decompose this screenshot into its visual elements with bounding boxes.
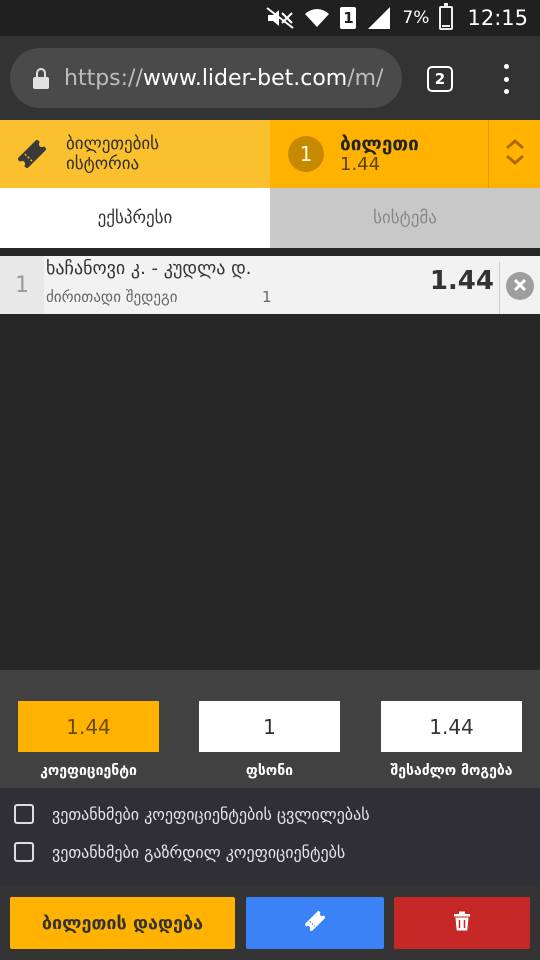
status-bar: 1 7% 12:15 xyxy=(0,0,540,36)
url-bar[interactable]: https://www.lider-bet.com/m/ xyxy=(10,48,402,108)
possible-win-label: შესაძლო მოგება xyxy=(390,763,513,779)
url-path: /m/ xyxy=(347,65,384,91)
bet-summary-panel: 1.44 1 1.44 კოეფიციენტი ფსონი შესაძლო მო… xyxy=(0,670,540,788)
ticket-odds: 1.44 xyxy=(340,154,381,175)
mute-icon xyxy=(266,7,295,29)
bet-market: ძირითადი შედეგი xyxy=(46,288,178,306)
clock: 12:15 xyxy=(467,6,528,30)
bet-index: 1 xyxy=(0,256,44,314)
lock-icon xyxy=(32,67,50,89)
save-ticket-button[interactable] xyxy=(246,897,384,949)
ticket-header: ბილეთების ისტორია 1 ბილეთი 1.44 xyxy=(0,120,540,188)
ticket-history-label: ბილეთების ისტორია xyxy=(66,134,160,174)
divider xyxy=(499,262,500,314)
status-icons: 1 7% 12:15 xyxy=(266,0,528,36)
accept-odds-changes-checkbox[interactable] xyxy=(14,804,34,824)
tab-switcher-button[interactable]: 2 xyxy=(427,66,453,92)
ticket-icon xyxy=(14,136,50,172)
place-bet-button[interactable]: ბილეთის დადება xyxy=(10,897,235,949)
browser-toolbar: https://www.lider-bet.com/m/ 2 xyxy=(0,36,540,120)
ticket-history-button[interactable]: ბილეთების ისტორია xyxy=(0,120,270,188)
tab-system[interactable]: სისტემა xyxy=(270,188,540,248)
trash-icon xyxy=(453,911,471,935)
accept-odds-changes-option[interactable]: ვეთანხმები კოეფიციენტების ცვლილებას xyxy=(14,804,370,824)
accept-boosted-odds-label: ვეთანხმები გაზრდილ კოეფიციენტებს xyxy=(52,842,346,862)
bet-row: 1 ხაჩანოვი კ. - კუდლა დ. ძირითადი შედეგი… xyxy=(0,256,540,314)
chevron-up-down-icon xyxy=(504,137,526,171)
current-ticket-button[interactable]: 1 ბილეთი 1.44 xyxy=(270,120,488,188)
battery-icon xyxy=(439,3,454,30)
signal-icon xyxy=(366,7,392,29)
remove-bet-button[interactable] xyxy=(506,272,534,300)
url-text[interactable]: https://www.lider-bet.com/m/ xyxy=(64,66,383,91)
accept-odds-changes-label: ვეთანხმები კოეფიციენტების ცვლილებას xyxy=(52,804,370,824)
actions-bar: ბილეთის დადება xyxy=(0,886,540,960)
tab-express[interactable]: ექსპრესი xyxy=(0,188,270,248)
total-odds-field: 1.44 xyxy=(18,701,159,752)
stake-input[interactable]: 1 xyxy=(199,701,340,752)
battery-percent: 7% xyxy=(402,8,430,28)
sim-icon: 1 xyxy=(340,7,357,29)
stake-label: ფსონი xyxy=(245,763,294,779)
ticket-title: ბილეთი xyxy=(340,133,419,155)
delete-ticket-button[interactable] xyxy=(394,897,530,949)
accept-boosted-odds-checkbox[interactable] xyxy=(14,842,34,862)
possible-win-field: 1.44 xyxy=(381,701,522,752)
bet-odd: 1.44 xyxy=(429,266,494,296)
browser-menu-icon[interactable] xyxy=(494,64,518,94)
ticket-count-badge: 1 xyxy=(288,136,324,172)
ticket-icon xyxy=(302,908,328,938)
ticket-info: ბილეთი 1.44 xyxy=(340,133,419,175)
bet-match: ხაჩანოვი კ. - კუდლა დ. xyxy=(46,258,252,279)
expand-collapse-button[interactable] xyxy=(488,120,540,188)
accept-boosted-odds-option[interactable]: ვეთანხმები გაზრდილ კოეფიციენტებს xyxy=(14,842,345,862)
bet-outcome: 1 xyxy=(262,288,272,306)
wifi-icon xyxy=(304,7,330,29)
options-panel: ვეთანხმები კოეფიციენტების ცვლილებას ვეთა… xyxy=(0,788,540,886)
close-icon xyxy=(513,277,527,296)
url-host: www.lider-bet.com xyxy=(142,65,348,91)
bet-type-tabs: ექსპრესი სისტემა xyxy=(0,188,540,248)
total-odds-label: კოეფიციენტი xyxy=(40,763,137,779)
url-scheme: https:// xyxy=(64,65,143,91)
